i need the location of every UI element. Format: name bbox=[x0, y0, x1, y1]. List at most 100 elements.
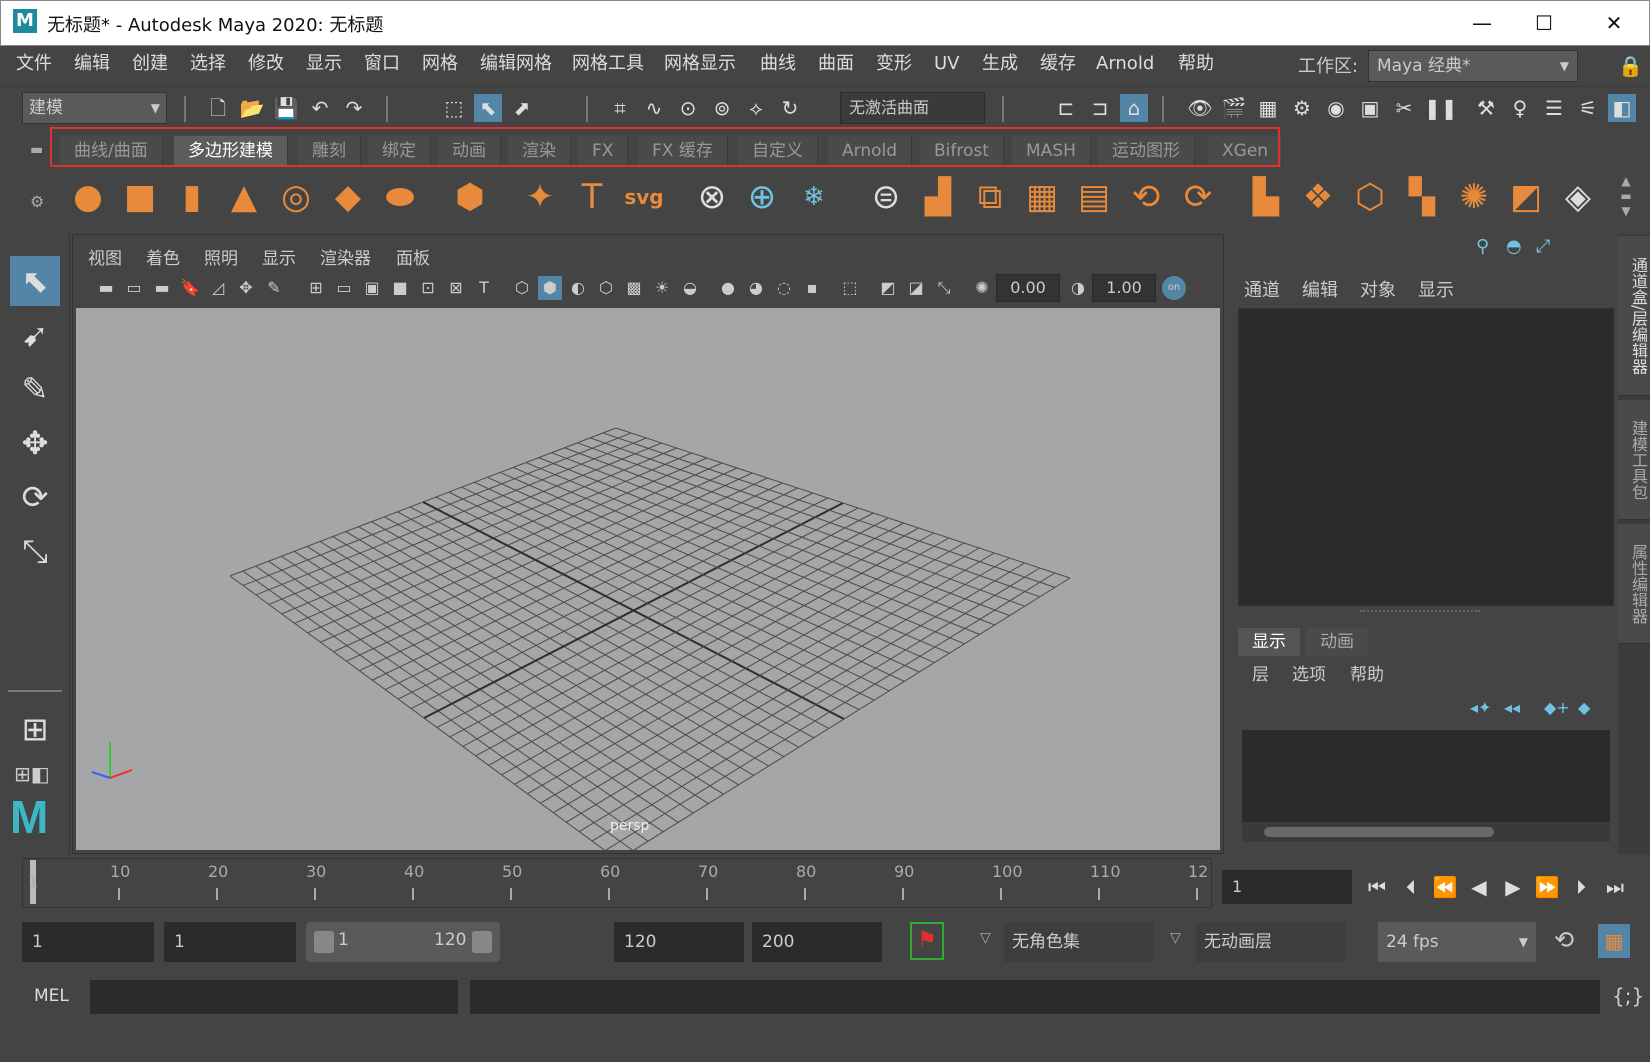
tool-settings-icon[interactable]: ⚟ bbox=[1574, 94, 1602, 122]
snap-point-icon[interactable]: ⊙ bbox=[674, 94, 702, 122]
select-hierarchy-icon[interactable]: ⬚ bbox=[440, 94, 468, 122]
channel-box-area[interactable] bbox=[1238, 308, 1614, 606]
2d-pan-zoom-icon[interactable]: ✥ bbox=[234, 276, 258, 300]
color-management-icon[interactable]: on bbox=[1162, 276, 1186, 300]
scale-tool-icon[interactable]: ⤡ bbox=[10, 526, 60, 576]
motion-blur-icon[interactable]: ◕ bbox=[744, 276, 768, 300]
poly-torus-icon[interactable]: ◎ bbox=[274, 174, 318, 220]
menu-help[interactable]: 帮助 bbox=[1178, 50, 1214, 78]
exposure-field[interactable]: 0.00 bbox=[996, 274, 1060, 302]
animation-end-field[interactable]: 200 bbox=[752, 922, 882, 962]
menu-windows[interactable]: 窗口 bbox=[364, 50, 400, 78]
auto-key-icon[interactable]: ⚑ bbox=[910, 922, 944, 960]
channel-box-icon[interactable]: ◧ bbox=[1608, 94, 1636, 122]
shelf-scroll-icon[interactable]: ▲ ▬ ▼ bbox=[1616, 174, 1636, 220]
multi-cut-icon[interactable]: ▤ bbox=[1072, 174, 1116, 220]
step-back-key-icon[interactable]: ⏪ bbox=[1430, 872, 1460, 902]
image-plane-icon[interactable]: ◿ bbox=[206, 276, 230, 300]
combine-icon[interactable]: ⊗ bbox=[690, 174, 734, 220]
live-surface-field[interactable]: 无激活曲面 bbox=[840, 92, 985, 124]
save-scene-icon[interactable]: 💾 bbox=[272, 94, 300, 122]
side-tab-modeling-toolkit[interactable]: 建模工具包 bbox=[1618, 400, 1650, 520]
gamma-icon[interactable]: ◑ bbox=[1066, 276, 1090, 300]
hypershade-icon[interactable]: ◉ bbox=[1322, 94, 1350, 122]
poly-plane-icon[interactable]: ◆ bbox=[326, 174, 370, 220]
new-layer-icon[interactable]: ◆+ bbox=[1544, 698, 1570, 717]
extrude-icon[interactable]: ▟ bbox=[916, 174, 960, 220]
vp-menu-shading[interactable]: 着色 bbox=[146, 244, 180, 269]
close-button[interactable]: ✕ bbox=[1589, 7, 1639, 39]
character-controls-icon[interactable]: ♀ bbox=[1506, 94, 1534, 122]
menu-create[interactable]: 创建 bbox=[132, 50, 168, 78]
shelf-settings-icon[interactable]: ⚙ bbox=[30, 192, 44, 211]
cb-menu-channels[interactable]: 通道 bbox=[1244, 276, 1280, 302]
select-tool-icon[interactable]: ⬉ bbox=[10, 256, 60, 306]
step-forward-key-icon[interactable]: ⏩ bbox=[1532, 872, 1562, 902]
lock-icon[interactable]: 🔒 bbox=[1618, 54, 1643, 78]
layout-uvs-icon[interactable]: ⊜ bbox=[864, 174, 908, 220]
film-gate-icon[interactable]: ▭ bbox=[332, 276, 356, 300]
select-camera-icon[interactable]: ▬ bbox=[94, 276, 118, 300]
single-perspective-layout-icon[interactable]: ⊞ bbox=[10, 704, 60, 754]
loop-icon[interactable]: ⟲ bbox=[1554, 926, 1574, 954]
snap-surface-icon[interactable]: ⟡ bbox=[742, 94, 770, 122]
vp-menu-show[interactable]: 显示 bbox=[262, 244, 296, 269]
channel-box-toggle-icon[interactable]: ⚲ bbox=[1476, 236, 1489, 257]
poly-cube-icon[interactable]: ■ bbox=[118, 174, 162, 220]
step-back-frame-icon[interactable]: ⏴ bbox=[1396, 872, 1426, 902]
mirror-icon[interactable]: ⟲ bbox=[1124, 174, 1168, 220]
vp-menu-view[interactable]: 视图 bbox=[88, 244, 122, 269]
animation-start-field[interactable]: 1 bbox=[22, 922, 154, 962]
four-view-layout-icon[interactable]: ⊞◧ bbox=[14, 762, 50, 786]
menu-mesh[interactable]: 网格 bbox=[422, 50, 458, 78]
snap-curve-icon[interactable]: ∿ bbox=[640, 94, 668, 122]
undo-icon[interactable]: ↶ bbox=[306, 94, 334, 122]
anim-layer-dropdown[interactable]: 无动画层 bbox=[1196, 922, 1346, 962]
modeling-toolkit-icon[interactable]: ⚒ bbox=[1472, 94, 1500, 122]
lasso-tool-icon[interactable]: ➹ bbox=[10, 310, 60, 360]
resolution-gate-icon[interactable]: ▣ bbox=[360, 276, 384, 300]
arnold-render-icon[interactable]: ▣ bbox=[1356, 94, 1384, 122]
menu-mesh-display[interactable]: 网格显示 bbox=[664, 50, 736, 78]
separate-icon[interactable]: ⊕ bbox=[740, 174, 784, 220]
layer-toggle-icon[interactable]: ⤢ bbox=[1536, 236, 1550, 257]
menu-surfaces[interactable]: 曲面 bbox=[818, 50, 854, 78]
safe-title-icon[interactable]: T bbox=[472, 276, 496, 300]
xray-active-icon[interactable]: ◪ bbox=[904, 276, 928, 300]
new-layer-selected-icon[interactable]: ◆ bbox=[1578, 698, 1590, 717]
exposure-icon[interactable]: ✺ bbox=[970, 276, 994, 300]
poly-disc-icon[interactable]: ⬬ bbox=[378, 174, 422, 220]
smooth-icon[interactable]: ✺ bbox=[1452, 174, 1496, 220]
depth-of-field-icon[interactable]: ▪ bbox=[800, 276, 824, 300]
go-to-end-icon[interactable]: ⏭ bbox=[1600, 872, 1630, 902]
current-frame-field[interactable]: 1 bbox=[1222, 870, 1352, 904]
snap-view-plane-icon[interactable]: ⊚ bbox=[708, 94, 736, 122]
textured-icon[interactable]: ▩ bbox=[622, 276, 646, 300]
isolate-select-icon[interactable]: ⬚ bbox=[838, 276, 862, 300]
chevron-down-icon[interactable]: ▽ bbox=[980, 930, 991, 946]
wireframe-on-shaded-icon[interactable]: ⬡ bbox=[594, 276, 618, 300]
mirror-geometry-icon[interactable]: ⟳ bbox=[1176, 174, 1220, 220]
insert-edge-loop-icon[interactable]: ▙ bbox=[1244, 174, 1288, 220]
viewport-canvas[interactable] bbox=[76, 308, 1220, 861]
xray-icon[interactable]: ◩ bbox=[876, 276, 900, 300]
workspace-dropdown[interactable]: Maya 经典* ▼ bbox=[1368, 50, 1578, 82]
ipr-render-icon[interactable]: ▦ bbox=[1254, 94, 1282, 122]
quadrangulate-icon[interactable]: ◈ bbox=[1556, 174, 1600, 220]
xray-joints-icon[interactable]: ⤡ bbox=[932, 276, 956, 300]
snap-grid-icon[interactable]: ⌗ bbox=[606, 94, 634, 122]
pause-render-icon[interactable]: ❚❚ bbox=[1424, 94, 1458, 122]
menu-edit-mesh[interactable]: 编辑网格 bbox=[480, 50, 552, 78]
menu-deform[interactable]: 变形 bbox=[876, 50, 912, 78]
step-forward-frame-icon[interactable]: ⏵ bbox=[1566, 872, 1596, 902]
play-forwards-icon[interactable]: ▶ bbox=[1498, 872, 1528, 902]
script-editor-icon[interactable]: {;} bbox=[1612, 984, 1644, 1008]
grid-icon[interactable]: ⊞ bbox=[304, 276, 328, 300]
character-set-dropdown[interactable]: 无角色集 bbox=[1004, 922, 1154, 962]
fps-dropdown[interactable]: 24 fps ▼ bbox=[1378, 922, 1536, 962]
snap-live-icon[interactable]: ↻ bbox=[776, 94, 804, 122]
append-polygon-icon[interactable]: ▚ bbox=[1400, 174, 1444, 220]
chevron-down-icon[interactable]: ▽ bbox=[1170, 930, 1181, 946]
redo-icon[interactable]: ↷ bbox=[340, 94, 368, 122]
input-ops-icon[interactable]: ⊏ bbox=[1052, 94, 1080, 122]
